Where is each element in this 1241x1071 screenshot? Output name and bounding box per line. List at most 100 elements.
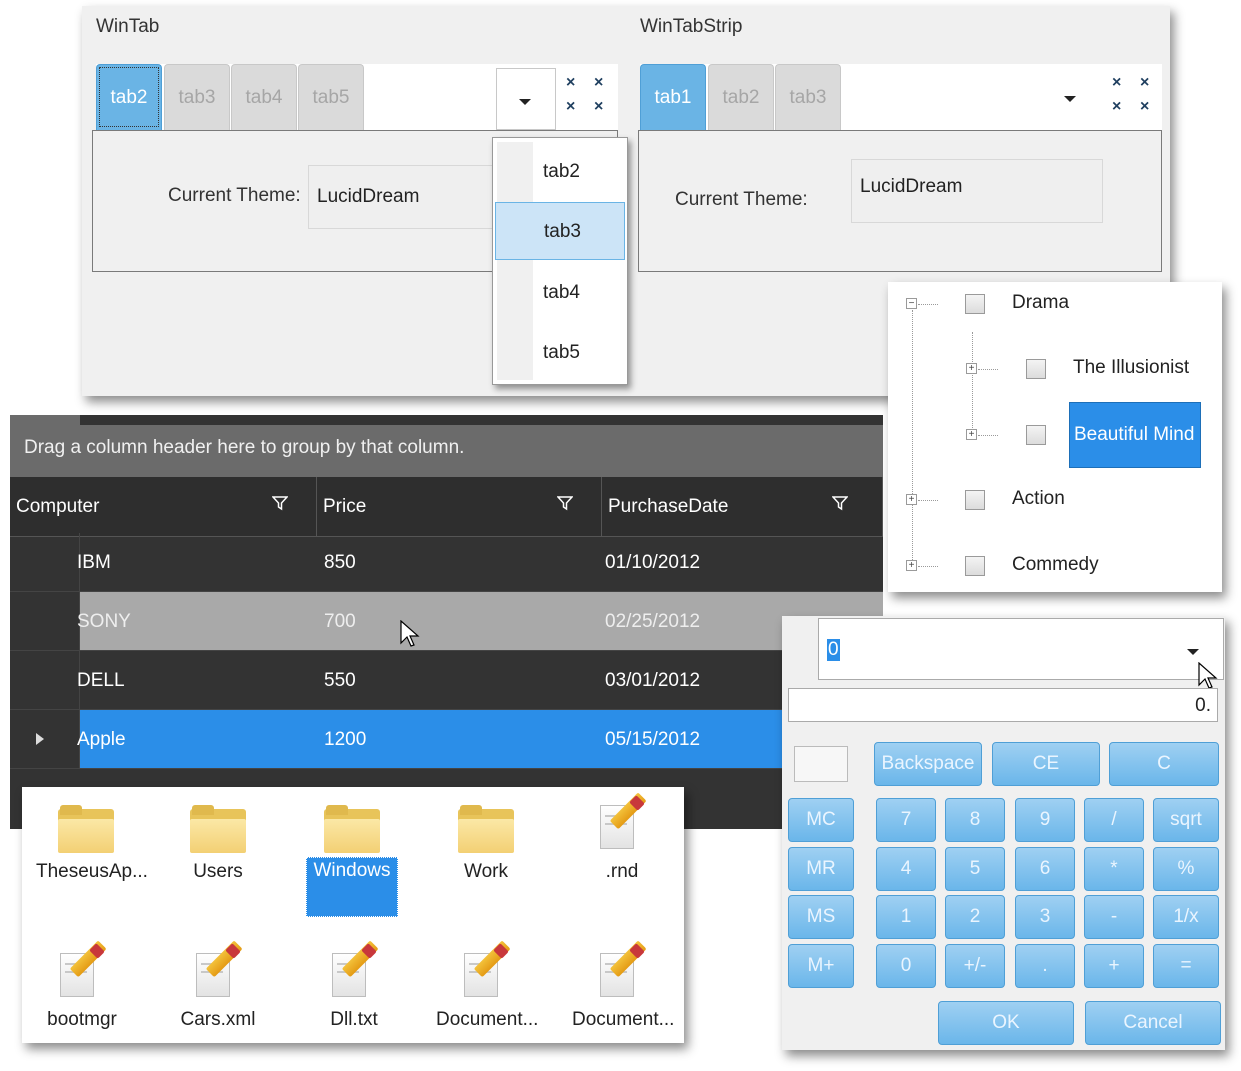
c-button[interactable]: C: [1109, 742, 1219, 786]
ms-button[interactable]: MS: [788, 895, 854, 939]
menu-item-tab4[interactable]: tab4: [495, 264, 625, 322]
close-icon[interactable]: ×: [1140, 98, 1149, 116]
checkbox-action[interactable]: [965, 490, 985, 510]
file-item-users[interactable]: Users: [168, 805, 268, 883]
expand-icon[interactable]: +: [906, 494, 917, 505]
filter-icon[interactable]: [557, 495, 573, 511]
file-item-cars-xml[interactable]: Cars.xml: [168, 940, 268, 1031]
calculator-combo[interactable]: 0: [818, 618, 1224, 680]
file-item-work[interactable]: Work: [436, 805, 536, 883]
filter-icon[interactable]: [832, 495, 848, 511]
chevron-down-icon[interactable]: [1187, 649, 1199, 655]
tree-node-beautiful-mind[interactable]: Beautiful Mind: [1069, 402, 1201, 468]
digit-8-button[interactable]: 8: [945, 798, 1005, 842]
file-item-rnd[interactable]: .rnd: [572, 792, 672, 883]
file-item-dll-txt[interactable]: Dll.txt: [304, 940, 404, 1031]
cell-price: 1200: [324, 729, 367, 750]
equals-button[interactable]: =: [1153, 944, 1219, 988]
digit-5-button[interactable]: 5: [945, 847, 1005, 891]
file-item-bootmgr[interactable]: bootmgr: [32, 940, 132, 1031]
column-header-purchasedate[interactable]: PurchaseDate: [602, 477, 883, 537]
multiply-button[interactable]: *: [1084, 847, 1144, 891]
close-icon[interactable]: ×: [1140, 74, 1149, 92]
group-by-panel[interactable]: Drag a column header here to group by th…: [10, 425, 883, 477]
digit-9-button[interactable]: 9: [1015, 798, 1075, 842]
sign-button[interactable]: +/-: [945, 944, 1005, 988]
close-icon[interactable]: ×: [566, 98, 575, 116]
digit-0-button[interactable]: 0: [876, 944, 936, 988]
backspace-button[interactable]: Backspace: [874, 742, 982, 786]
checkbox-beautiful-mind[interactable]: [1026, 425, 1046, 445]
mc-button[interactable]: MC: [788, 798, 854, 842]
tab-tab4[interactable]: tab4: [231, 64, 297, 130]
cell-price: 550: [324, 670, 356, 691]
checkbox-illusionist[interactable]: [1026, 359, 1046, 379]
table-row[interactable]: Apple 1200 05/15/2012: [10, 710, 883, 769]
digit-3-button[interactable]: 3: [1015, 895, 1075, 939]
ce-button[interactable]: CE: [992, 742, 1100, 786]
file-item-document-1[interactable]: Document...: [436, 940, 538, 1031]
checkbox-commedy[interactable]: [965, 556, 985, 576]
table-row[interactable]: IBM 850 01/10/2012: [10, 533, 883, 592]
table-row[interactable]: SONY 700 02/25/2012: [10, 592, 883, 651]
tab-tab1[interactable]: tab1: [640, 64, 706, 130]
digit-7-button[interactable]: 7: [876, 798, 936, 842]
tab-tab3[interactable]: tab3: [775, 64, 841, 130]
digit-2-button[interactable]: 2: [945, 895, 1005, 939]
cell-price: 850: [324, 552, 356, 573]
collapse-icon[interactable]: −: [906, 298, 917, 309]
row-header[interactable]: [10, 533, 80, 591]
cancel-button[interactable]: Cancel: [1085, 1001, 1221, 1045]
m-plus-button[interactable]: M+: [788, 944, 854, 988]
tree-node-action[interactable]: Action: [1012, 488, 1065, 510]
percent-button[interactable]: %: [1153, 847, 1219, 891]
menu-item-tab5[interactable]: tab5: [495, 324, 625, 382]
tree-node-the-illusionist[interactable]: The Illusionist: [1073, 357, 1189, 379]
checkbox-drama[interactable]: [965, 294, 985, 314]
file-item-theseusap[interactable]: TheseusAp...: [36, 805, 148, 883]
tab-tab2[interactable]: tab2: [96, 64, 162, 130]
combo-value[interactable]: 0: [827, 639, 840, 661]
menu-item-tab3[interactable]: tab3: [495, 202, 625, 260]
close-icon[interactable]: ×: [1112, 98, 1121, 116]
tab-tab2[interactable]: tab2: [708, 64, 774, 130]
row-header[interactable]: [10, 592, 80, 650]
divide-button[interactable]: /: [1084, 798, 1144, 842]
table-row[interactable]: DELL 550 03/01/2012: [10, 651, 883, 710]
digit-4-button[interactable]: 4: [876, 847, 936, 891]
expand-icon[interactable]: +: [966, 363, 977, 374]
close-buttons[interactable]: × × × ×: [1112, 74, 1162, 120]
tree-node-commedy[interactable]: Commedy: [1012, 554, 1099, 576]
column-header-computer[interactable]: Computer: [10, 477, 317, 537]
close-icon[interactable]: ×: [594, 74, 603, 92]
decimal-button[interactable]: .: [1015, 944, 1075, 988]
sqrt-button[interactable]: sqrt: [1153, 798, 1219, 842]
wintab-title: WinTab: [96, 16, 160, 37]
file-item-windows[interactable]: Windows: [302, 805, 402, 917]
subtract-button[interactable]: -: [1084, 895, 1144, 939]
close-icon[interactable]: ×: [566, 74, 575, 92]
tree-node-drama[interactable]: Drama: [1012, 292, 1069, 314]
filter-icon[interactable]: [272, 495, 288, 511]
chevron-down-icon[interactable]: [1064, 96, 1076, 102]
digit-1-button[interactable]: 1: [876, 895, 936, 939]
tab-tab3[interactable]: tab3: [164, 64, 230, 130]
expand-icon[interactable]: +: [966, 429, 977, 440]
tab-tab5[interactable]: tab5: [298, 64, 364, 130]
ok-button[interactable]: OK: [938, 1001, 1074, 1045]
close-icon[interactable]: ×: [594, 98, 603, 116]
close-icon[interactable]: ×: [1112, 74, 1121, 92]
row-header[interactable]: [10, 651, 80, 709]
file-item-document-2[interactable]: Document...: [572, 940, 674, 1031]
mr-button[interactable]: MR: [788, 847, 854, 891]
menu-item-tab2[interactable]: tab2: [495, 143, 625, 201]
add-button[interactable]: +: [1084, 944, 1144, 988]
close-buttons[interactable]: × × × ×: [566, 74, 616, 120]
tab-list-dropdown-button[interactable]: [496, 68, 556, 130]
digit-6-button[interactable]: 6: [1015, 847, 1075, 891]
reciprocal-button[interactable]: 1/x: [1153, 895, 1219, 939]
row-header[interactable]: [10, 710, 80, 768]
cell-date: 05/15/2012: [605, 729, 701, 750]
column-header-price[interactable]: Price: [317, 477, 602, 537]
expand-icon[interactable]: +: [906, 560, 917, 571]
